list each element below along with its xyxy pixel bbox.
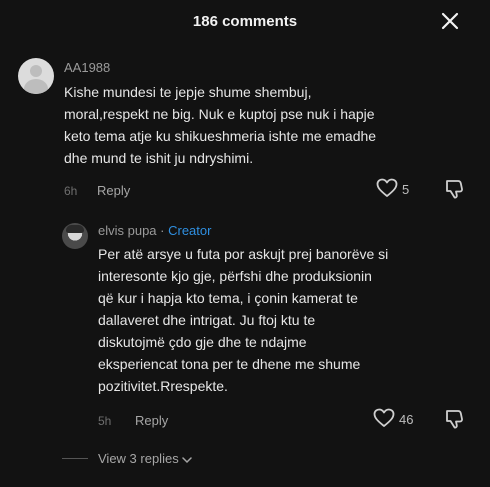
reply-text-line-3: që kur i hapja kto tema, i çonin kamerat… [98, 290, 358, 306]
view-replies-button[interactable]: View 3 replies [98, 451, 193, 467]
reply-username[interactable]: elvis pupa [98, 223, 157, 238]
close-icon[interactable] [438, 9, 462, 33]
reply-timestamp: 5h [98, 414, 112, 428]
comment-text-line-2: moral,respekt ne big. Nuk e kuptoj pse n… [64, 106, 375, 122]
reply-separator: · [156, 223, 169, 238]
comment-text-line-1: Kishe mundesi te jepje shume shembuj, [64, 84, 312, 100]
comments-count-title: 186 comments [192, 13, 298, 30]
reply-text-line-1: Per atë arsye u futa por askujt prej ban… [98, 246, 389, 262]
replies-divider [62, 458, 88, 459]
comment-text-line-3: keto tema atje ku shikueshmeria ishte me… [64, 128, 377, 144]
heart-icon[interactable] [376, 178, 398, 203]
comment-username[interactable]: AA1988 [64, 60, 110, 75]
heart-icon[interactable] [373, 408, 395, 433]
dislike-icon[interactable] [443, 408, 465, 435]
avatar[interactable] [62, 223, 88, 249]
comment-timestamp: 6h [64, 184, 78, 198]
reply-username-line: elvis pupa · Creator [98, 223, 211, 238]
comment-text-line-4: dhe mund te ishit ju ndryshimi. [64, 150, 254, 166]
reply-text-line-5: diskutojmë çdo gje dhe te ndajme [98, 334, 307, 350]
reply-text-line-7: pozitivitet.Rrespekte. [98, 378, 228, 394]
comment-like-count: 5 [402, 182, 410, 197]
view-replies-label: View 3 replies [98, 451, 179, 466]
reply-text-line-4: dallaveret dhe intrigat. Ju ftoj ktu te [98, 312, 316, 328]
comment-reply-button[interactable]: Reply [97, 183, 130, 198]
avatar[interactable] [18, 58, 54, 94]
comments-header: 186 comments [0, 0, 490, 44]
reply-like-count: 46 [399, 412, 414, 427]
dislike-icon[interactable] [443, 178, 465, 205]
reply-text-line-6: eksperiencat tona per te dhene me shume [98, 356, 361, 372]
reply-reply-button[interactable]: Reply [135, 413, 168, 428]
creator-badge: Creator [168, 223, 212, 238]
reply-text-line-2: interesonte kjo gje, përfshi dhe produks… [98, 268, 372, 284]
chevron-down-icon [182, 452, 193, 467]
